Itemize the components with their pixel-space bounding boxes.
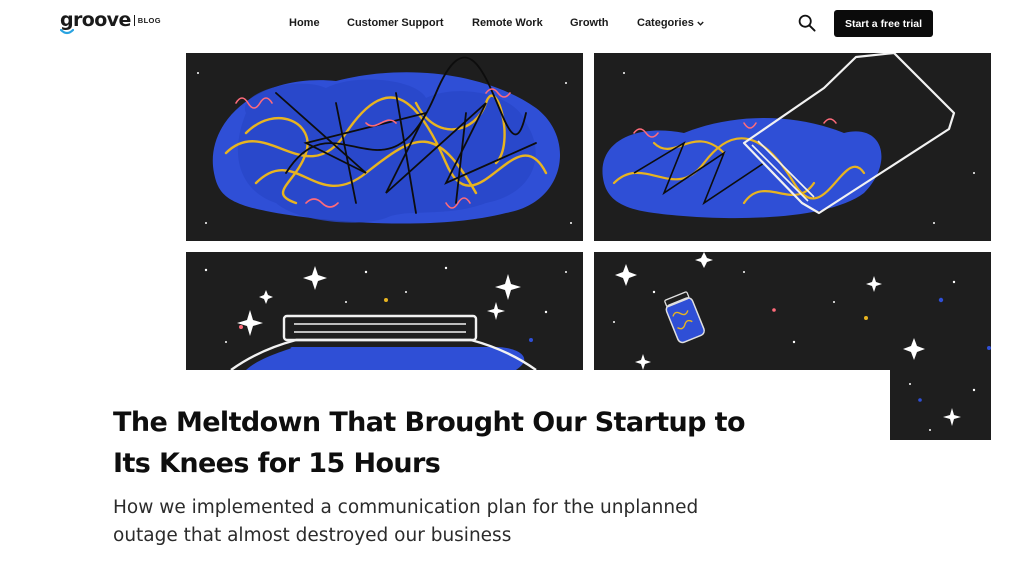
illustration-panel-jar-pour xyxy=(594,53,991,241)
illustration-panel-scribble xyxy=(186,53,583,241)
scribble-artwork xyxy=(197,56,572,224)
start-free-trial-button[interactable]: Start a free trial xyxy=(834,10,933,37)
jar-stars-artwork xyxy=(204,266,567,370)
article-subtitle: How we implemented a communication plan … xyxy=(113,494,773,550)
nav-item-label: Customer Support xyxy=(347,17,444,29)
floating-jar-artwork xyxy=(613,252,991,370)
nav-item-home[interactable]: Home xyxy=(289,17,320,29)
chevron-down-icon xyxy=(697,21,704,26)
search-icon[interactable] xyxy=(798,14,816,32)
nav-item-growth[interactable]: Growth xyxy=(570,17,609,29)
article-subtitle-line: outage that almost destroyed our busines… xyxy=(113,525,512,546)
nav-item-label: Growth xyxy=(570,17,609,29)
article-title-line: The Meltdown That Brought Our Startup to xyxy=(113,407,746,438)
jar-pour-artwork xyxy=(602,53,975,224)
nav-item-label: Categories xyxy=(637,17,694,29)
nav-item-customer-support[interactable]: Customer Support xyxy=(347,17,444,29)
article-subtitle-line: How we implemented a communication plan … xyxy=(113,497,699,518)
starfield-extension-artwork xyxy=(909,383,976,431)
nav-item-label: Remote Work xyxy=(472,17,543,29)
illustration-panel-floating-jar xyxy=(594,252,991,370)
nav-item-categories[interactable]: Categories xyxy=(637,17,704,29)
nav-item-label: Home xyxy=(289,17,320,29)
article-title-line: Its Knees for 15 Hours xyxy=(113,448,441,479)
article-title: The Meltdown That Brought Our Startup to… xyxy=(113,402,793,484)
illustration-panel-floating-jar-extension xyxy=(890,370,991,440)
nav-item-remote-work[interactable]: Remote Work xyxy=(472,17,543,29)
illustration-panel-jar-stars xyxy=(186,252,583,370)
site-header: groove BLOG Home Customer Support Remote… xyxy=(0,0,1024,48)
